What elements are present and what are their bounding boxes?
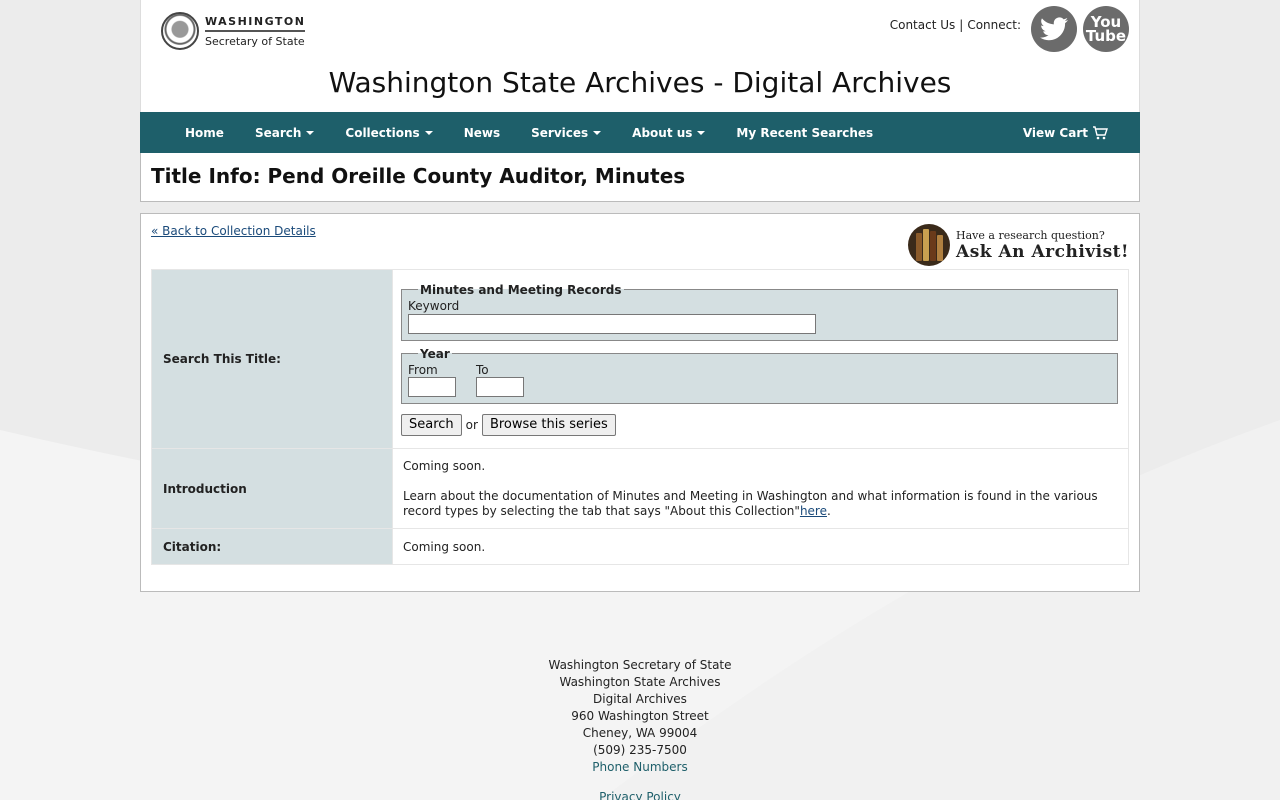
page-wrapper: WASHINGTON Secretary of State Contact Us… <box>140 0 1140 592</box>
year-from-input[interactable] <box>408 376 456 397</box>
archivist-line-1: Have a research question? <box>956 228 1105 242</box>
keyword-input[interactable] <box>408 313 816 334</box>
table-row: Citation: Coming soon. <box>151 528 1129 565</box>
introduction-status: Coming soon. <box>403 458 486 473</box>
logo-line-1: WASHINGTON <box>205 16 306 32</box>
introduction-label: Introduction <box>151 448 393 529</box>
state-seal-icon <box>161 12 199 50</box>
header: WASHINGTON Secretary of State Contact Us… <box>140 0 1140 112</box>
year-to-input[interactable] <box>476 376 524 397</box>
footer-street: 960 Washington Street <box>571 709 709 723</box>
footer-digital: Digital Archives <box>593 692 687 706</box>
caret-down-icon <box>593 130 602 135</box>
nav-about-us[interactable]: About us <box>632 125 706 140</box>
nav-home-label: Home <box>185 125 224 140</box>
logo-line-2: Secretary of State <box>205 34 305 48</box>
top-links: Contact Us | Connect: <box>890 18 1021 32</box>
page-title: Title Info: Pend Oreille County Auditor,… <box>151 164 686 188</box>
introduction-suffix: . <box>826 503 831 518</box>
youtube-label-bottom: Tube <box>1085 27 1127 45</box>
introduction-text: Learn about the documentation of Minutes… <box>403 488 1098 518</box>
footer: Washington Secretary of State Washington… <box>0 657 1280 800</box>
year-legend: Year <box>420 346 450 361</box>
table-row: Search This Title: Minutes and Meeting R… <box>151 269 1129 449</box>
cart-label: View Cart <box>1022 125 1088 140</box>
nav-recent-searches[interactable]: My Recent Searches <box>736 126 873 140</box>
footer-archives: Washington State Archives <box>559 675 721 689</box>
nav-services-label: Services <box>531 125 589 140</box>
caret-down-icon <box>697 130 706 135</box>
phone-numbers-link[interactable]: Phone Numbers <box>592 760 687 774</box>
nav-about-label: About us <box>632 125 693 140</box>
view-cart-button[interactable]: View Cart <box>1023 112 1108 153</box>
citation-value: Coming soon. <box>392 528 1129 565</box>
youtube-icon[interactable]: You Tube <box>1083 6 1129 52</box>
connect-label: Connect: <box>967 18 1021 32</box>
nav-services[interactable]: Services <box>531 125 602 140</box>
citation-label: Citation: <box>151 528 393 565</box>
nav-collections[interactable]: Collections <box>345 125 433 140</box>
title-box: Title Info: Pend Oreille County Auditor,… <box>140 153 1140 202</box>
table-row: Introduction Coming soon. Learn about th… <box>151 448 1129 529</box>
footer-org: Washington Secretary of State <box>548 658 732 672</box>
caret-down-icon <box>424 130 433 135</box>
caret-down-icon <box>306 130 315 135</box>
to-label: To <box>476 362 489 377</box>
link-separator: | <box>959 18 964 32</box>
search-title-label: Search This Title: <box>151 269 393 449</box>
contact-us-link[interactable]: Contact Us <box>890 18 956 32</box>
nav-collections-label: Collections <box>345 125 420 140</box>
footer-city: Cheney, WA 99004 <box>582 726 698 740</box>
fieldset-title: Minutes and Meeting Records <box>420 282 622 297</box>
footer-phone: (509) 235-7500 <box>593 743 687 757</box>
minutes-fieldset: Minutes and Meeting Records Keyword <box>401 282 1118 341</box>
cart-icon <box>1093 125 1108 139</box>
nav-news[interactable]: News <box>464 126 500 140</box>
from-label: From <box>408 362 438 377</box>
or-text: or <box>465 417 478 432</box>
nav-home[interactable]: Home <box>185 126 224 140</box>
ask-archivist-banner[interactable]: Have a research question? Ask An Archivi… <box>908 224 1129 266</box>
back-to-collection-link[interactable]: « Back to Collection Details <box>151 224 316 238</box>
nav-news-label: News <box>463 125 501 140</box>
nav-recent-label: My Recent Searches <box>736 125 874 140</box>
browse-series-button[interactable]: Browse this series <box>481 413 616 436</box>
site-title: Washington State Archives - Digital Arch… <box>328 66 952 99</box>
title-info-table: Search This Title: Minutes and Meeting R… <box>151 269 1129 565</box>
twitter-icon[interactable] <box>1031 6 1077 52</box>
nav-search-label: Search <box>254 125 302 140</box>
search-button[interactable]: Search <box>401 413 462 436</box>
title-info-panel: « Back to Collection Details Have a rese… <box>140 213 1140 592</box>
keyword-label: Keyword <box>408 298 460 313</box>
about-collection-here-link[interactable]: here <box>800 504 827 518</box>
main-nav: Home Search Collections News Services Ab… <box>140 112 1140 153</box>
sos-logo[interactable]: WASHINGTON Secretary of State <box>161 12 306 50</box>
books-icon <box>908 224 951 266</box>
nav-search[interactable]: Search <box>254 125 315 140</box>
year-fieldset: Year From To <box>401 346 1118 404</box>
archivist-line-2: Ask An Archivist! <box>956 241 1129 262</box>
social-links: You Tube <box>1031 6 1129 52</box>
privacy-policy-link[interactable]: Privacy Policy <box>599 790 681 800</box>
